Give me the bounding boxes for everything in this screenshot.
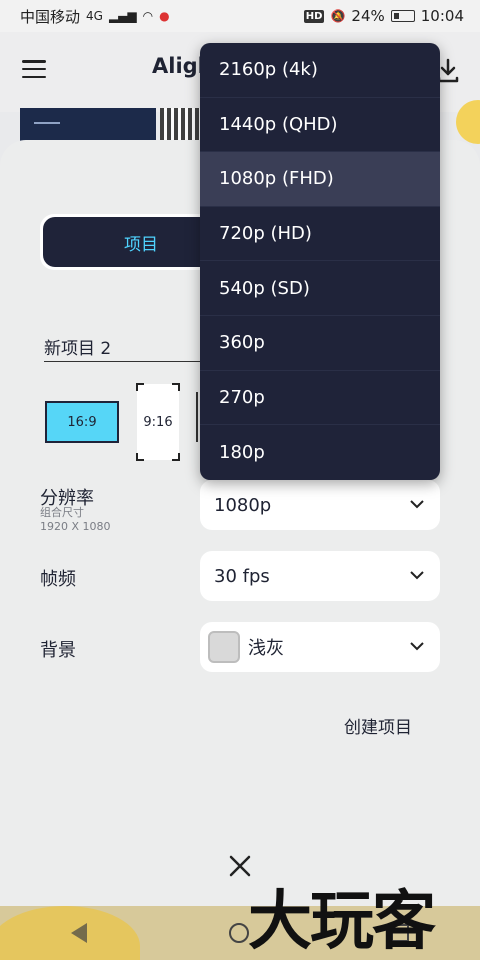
resolution-option[interactable]: 180p: [200, 425, 440, 480]
resolution-option[interactable]: 720p (HD): [200, 207, 440, 262]
network-label: 4G: [86, 9, 103, 23]
menu-icon[interactable]: [22, 60, 46, 78]
back-icon[interactable]: [71, 923, 87, 943]
frame-rate-label: 帧频: [40, 569, 76, 590]
qr-code: [160, 108, 200, 140]
project-name-input[interactable]: 新项目 2: [44, 330, 224, 362]
wifi-icon: ◠: [142, 9, 154, 23]
watermark: 大玩客: [248, 884, 436, 959]
background-select[interactable]: 浅灰: [200, 622, 440, 672]
battery-percent: 24%: [351, 7, 385, 25]
resolution-value: 1080p: [214, 494, 272, 516]
background-swatch: [208, 631, 240, 663]
background-value: 浅灰: [248, 638, 284, 659]
mute-icon: 🔕: [330, 9, 346, 23]
status-bar: 中国移动 4G ▂▄▆ ◠ ● HD 🔕 24% 10:04: [0, 0, 480, 32]
resolution-option[interactable]: 2160p (4k): [200, 43, 440, 98]
background-label: 背景: [40, 640, 76, 661]
chevron-down-icon: [410, 571, 424, 580]
ratio-9-16-option[interactable]: 9:16: [136, 383, 180, 461]
chevron-down-icon: [410, 642, 424, 651]
frame-rate-value: 30 fps: [214, 565, 270, 587]
signal-icon: ▂▄▆: [108, 9, 137, 23]
hd-badge: HD: [303, 9, 325, 23]
resolution-option-selected[interactable]: 1080p (FHD): [200, 152, 440, 207]
resolution-option[interactable]: 1440p (QHD): [200, 98, 440, 153]
create-project-button[interactable]: 创建项目: [344, 713, 412, 738]
chevron-down-icon: [410, 500, 424, 509]
battery-icon: [390, 10, 415, 22]
resolution-option[interactable]: 540p (SD): [200, 261, 440, 316]
carrier-label: 中国移动: [20, 7, 81, 26]
location-icon: ●: [159, 9, 170, 23]
resolution-option[interactable]: 360p: [200, 316, 440, 371]
resolution-dropdown: 2160p (4k) 1440p (QHD) 1080p (FHD) 720p …: [200, 43, 440, 480]
resolution-select[interactable]: 1080p: [200, 480, 440, 530]
clock: 10:04: [420, 7, 464, 25]
resolution-option[interactable]: 270p: [200, 371, 440, 426]
ratio-9-16-label: 9:16: [143, 414, 173, 430]
frame-rate-select[interactable]: 30 fps: [200, 551, 440, 601]
ratio-16-9-option[interactable]: 16:9: [45, 401, 119, 443]
home-icon[interactable]: [229, 923, 249, 943]
resolution-dimensions: 1920 X 1080: [40, 520, 111, 533]
resolution-sub-label: 组合尺寸: [40, 506, 84, 519]
